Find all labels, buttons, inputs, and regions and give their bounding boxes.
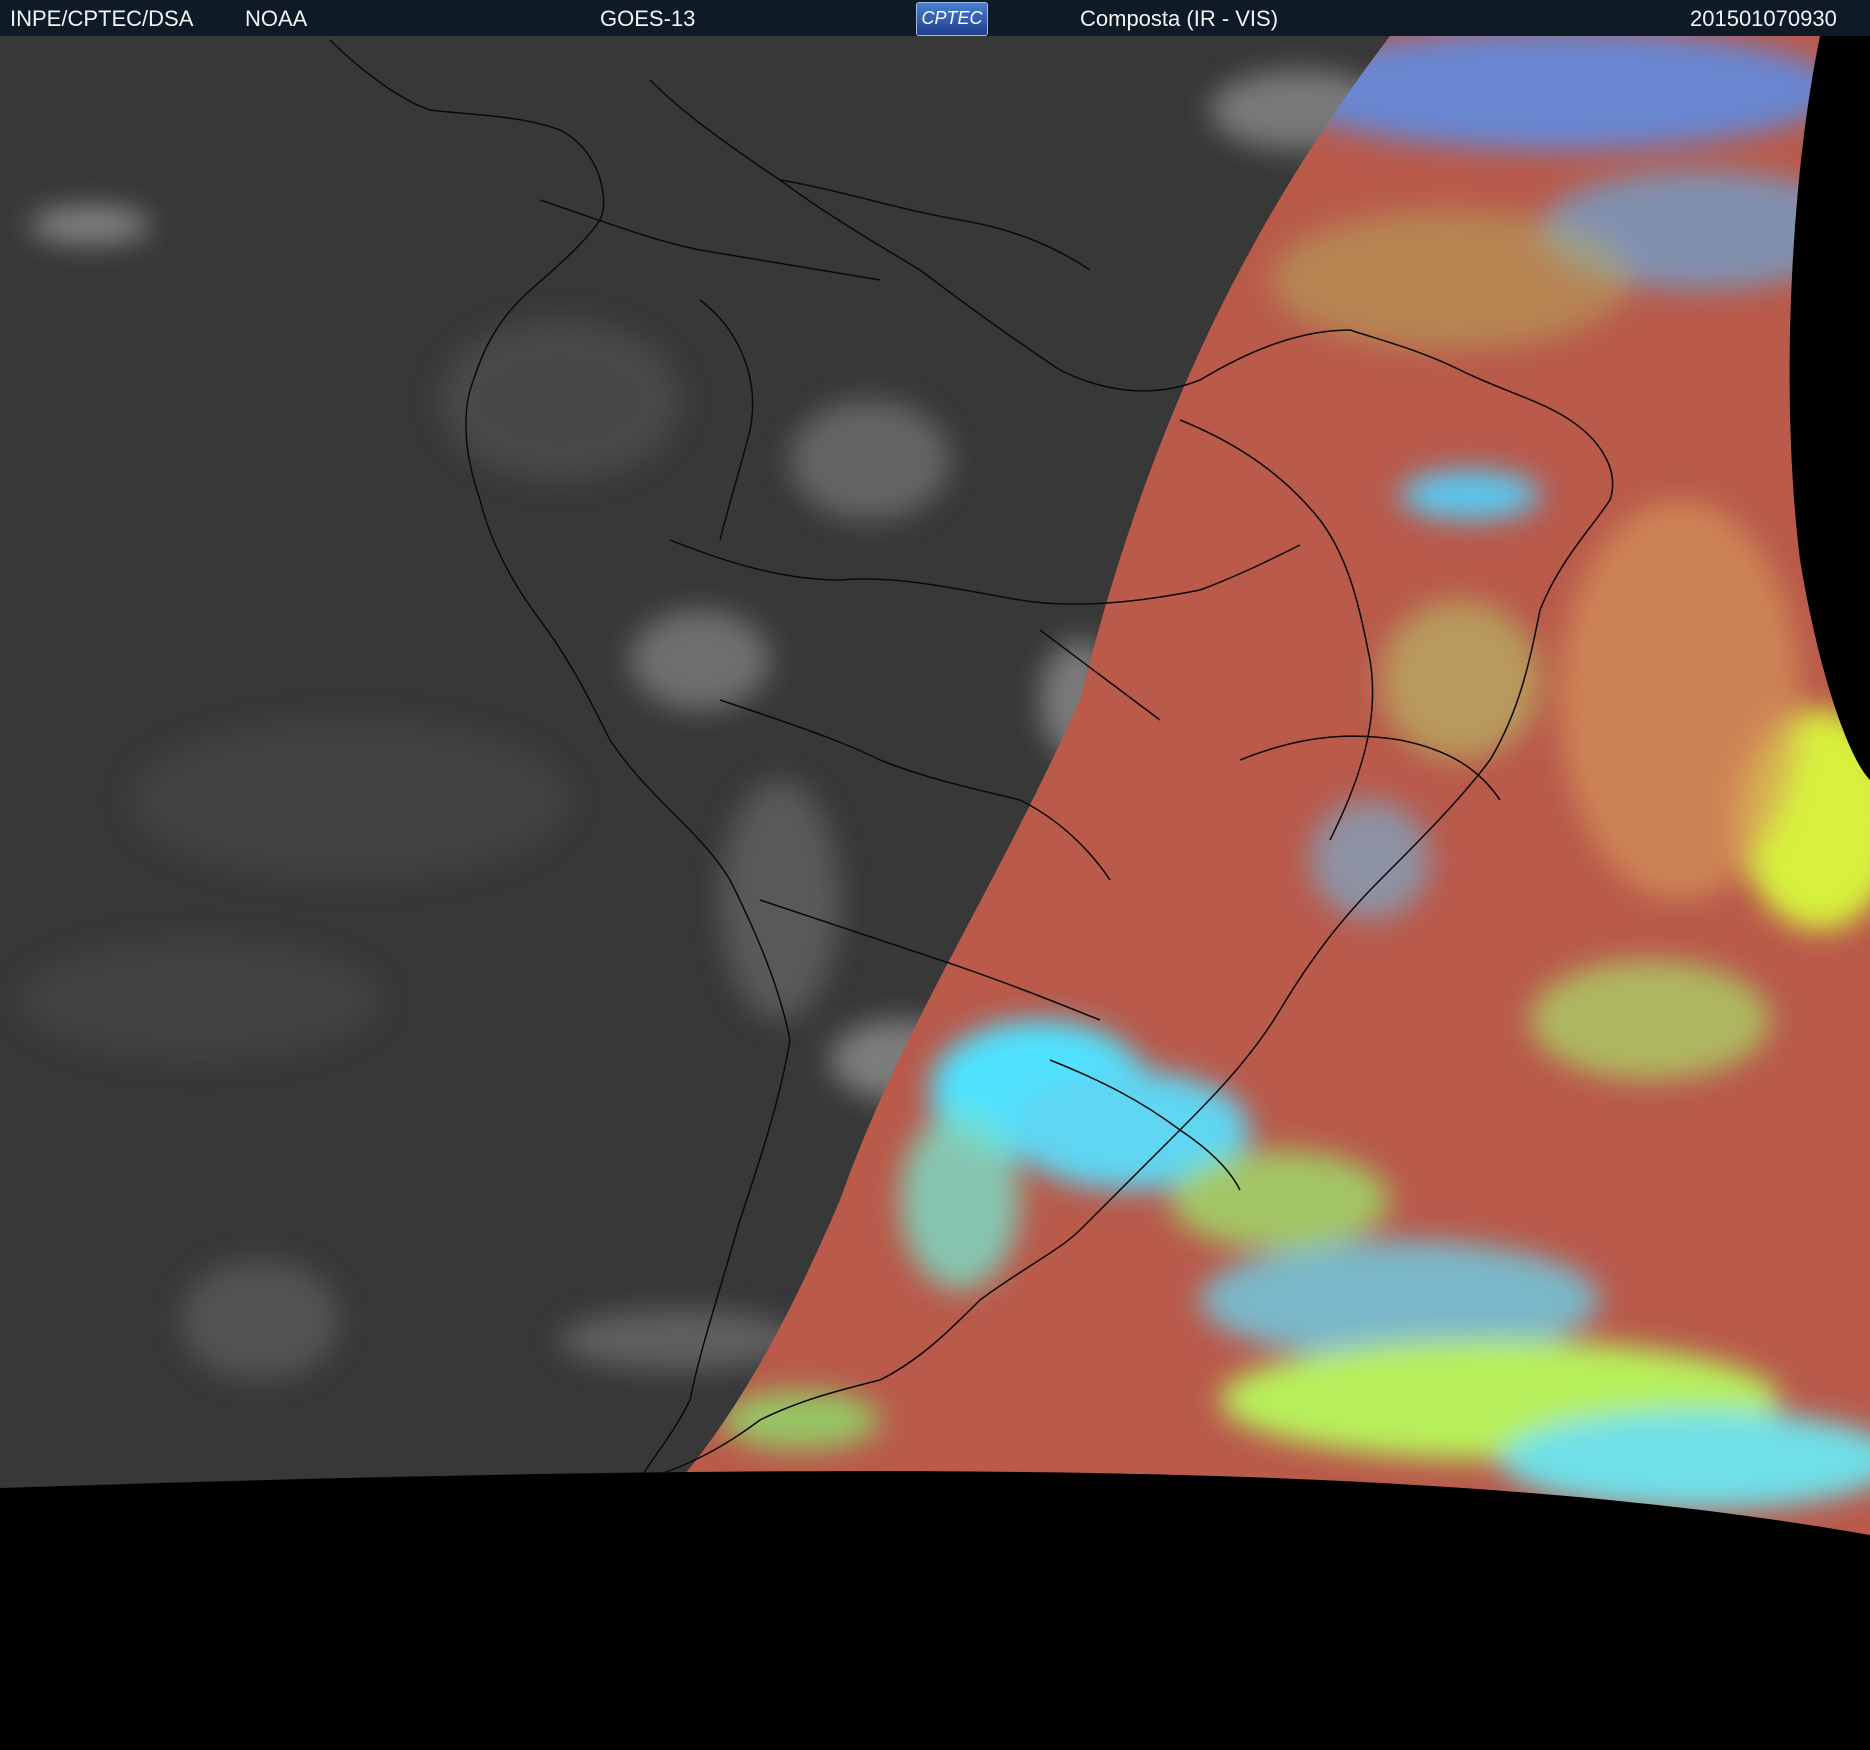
cptec-logo-text: CPTEC bbox=[921, 8, 983, 28]
product-label: Composta (IR - VIS) bbox=[1080, 6, 1279, 31]
cptec-logo: CPTEC bbox=[916, 2, 988, 36]
image-header-bar: INPE/CPTEC/DSA NOAA GOES-13 CPTEC Compos… bbox=[0, 0, 1870, 36]
partner-label: NOAA bbox=[245, 6, 308, 31]
timestamp-label: 201501070930 bbox=[1690, 6, 1837, 31]
satellite-label: GOES-13 bbox=[600, 6, 696, 31]
agency-label: INPE/CPTEC/DSA bbox=[10, 6, 194, 31]
satellite-composite-map bbox=[0, 36, 1870, 1750]
